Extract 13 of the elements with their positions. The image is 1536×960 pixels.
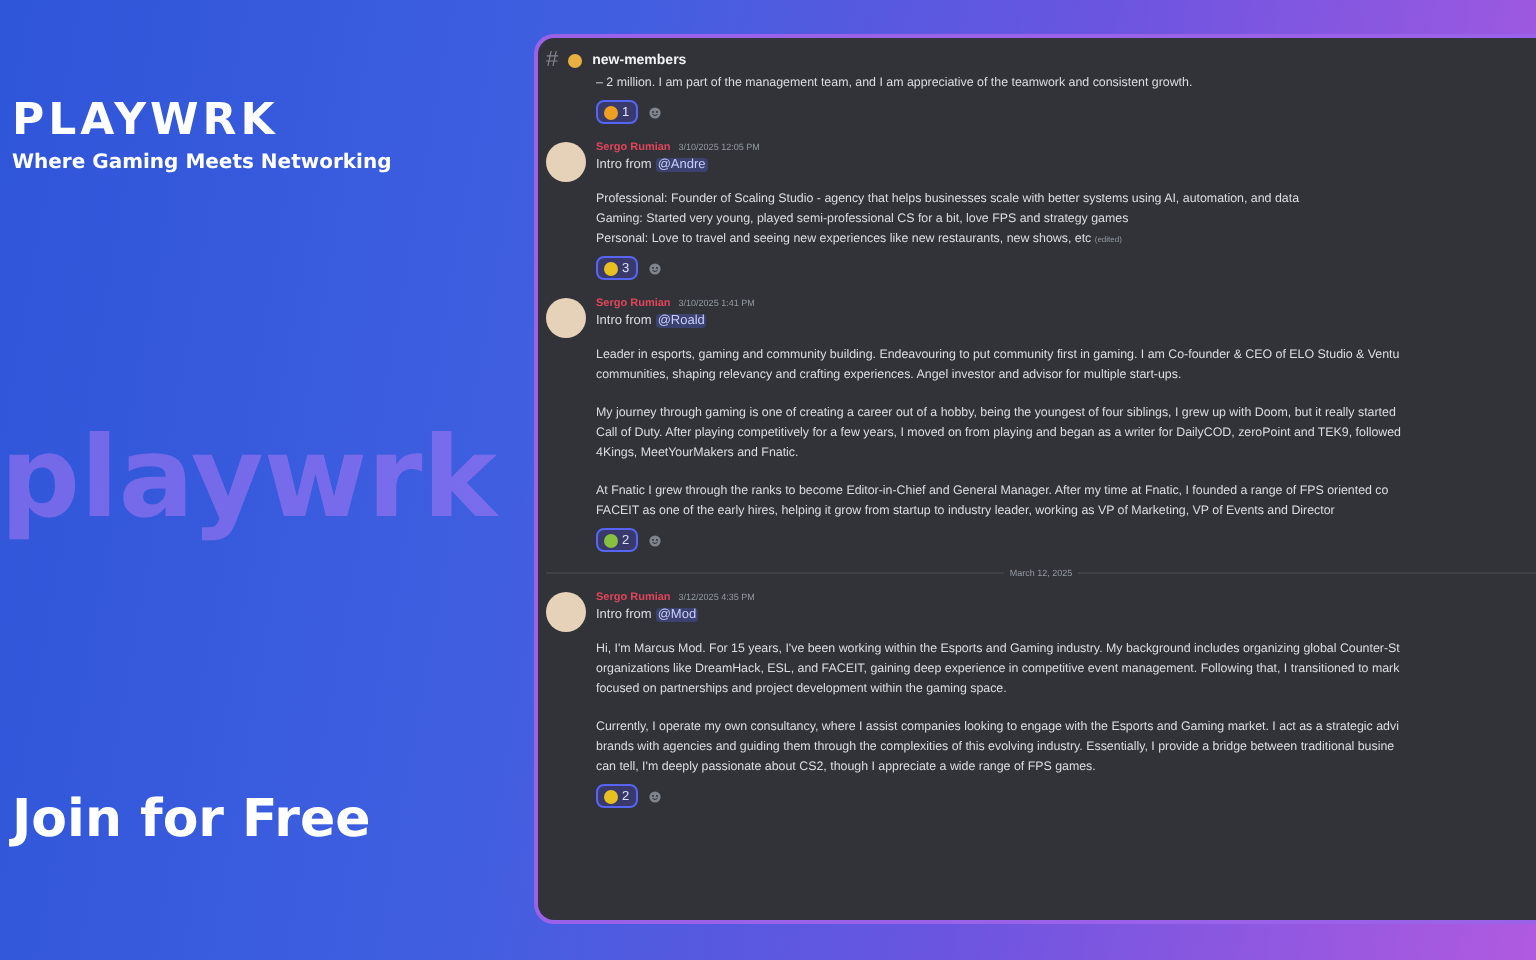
tagline: Where Gaming Meets Networking [12, 152, 394, 174]
add-reaction-icon[interactable] [647, 261, 662, 275]
channel-emoji-icon [568, 53, 583, 67]
avatar-icon[interactable] [546, 592, 586, 632]
add-reaction-icon[interactable] [647, 105, 662, 119]
avatar-icon[interactable] [546, 298, 586, 338]
background-wordmark: playwrk [0, 423, 497, 536]
join-headline: Join for Free [12, 788, 372, 855]
hash-icon: # [546, 48, 559, 72]
avatar-icon[interactable] [546, 142, 586, 182]
add-reaction-icon[interactable] [647, 789, 662, 803]
brand-logo: PLAYWRK [12, 96, 281, 146]
add-reaction-icon[interactable] [647, 533, 662, 547]
